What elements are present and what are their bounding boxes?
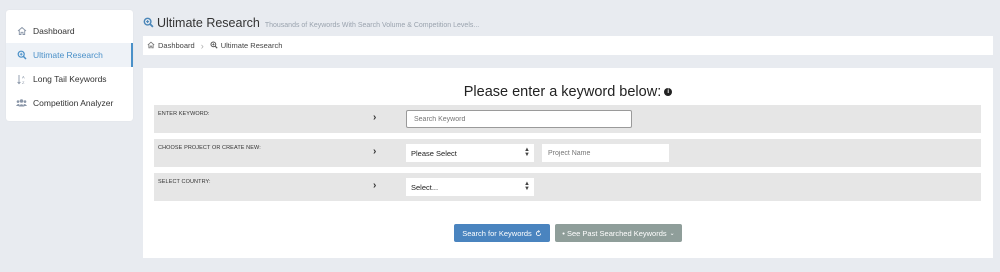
country-label: SELECT COUNTRY: [158,179,211,185]
sidebar-item-dashboard[interactable]: Dashboard [6,19,133,43]
form-heading: Please enter a keyword below: i [143,84,993,100]
search-for-keywords-button[interactable]: Search for Keywords [454,224,550,242]
project-label: CHOOSE PROJECT OR CREATE NEW: [158,145,261,151]
select-caret-icon: ▲ ▼ [524,147,530,158]
project-select-value: Please Select [411,148,457,158]
chevron-right-icon: › [373,146,377,157]
chevron-right-icon: › [373,112,377,123]
page-header: Ultimate Research Thousands of Keywords … [143,16,479,30]
home-icon [147,41,155,51]
home-icon [16,26,27,37]
search-plus-icon [210,40,218,51]
sidebar: Dashboard Ultimate Research AZ Long Tail… [6,10,133,121]
sidebar-item-label: Competition Analyzer [33,98,114,108]
sidebar-item-label: Ultimate Research [33,50,103,60]
page-title: Ultimate Research [157,16,260,30]
country-select-value: Select... [411,182,439,192]
sidebar-item-competition-analyzer[interactable]: Competition Analyzer [6,91,133,115]
project-select[interactable]: Please Select ▲ ▼ [406,144,534,162]
chevron-right-icon: › [373,180,377,191]
refresh-icon [535,229,542,237]
svg-text:Z: Z [22,79,25,84]
country-row: SELECT COUNTRY: › Select... ▲ ▼ [154,173,981,201]
keyword-label: ENTER KEYWORD: [158,111,210,117]
users-icon [16,98,27,109]
search-plus-icon [143,17,154,31]
search-plus-icon [16,50,27,61]
sidebar-item-long-tail-keywords[interactable]: AZ Long Tail Keywords [6,67,133,91]
sidebar-item-label: Long Tail Keywords [33,74,107,84]
form-heading-text: Please enter a keyword below: [463,84,662,100]
search-button-label: Search for Keywords [462,228,532,238]
svg-text:A: A [22,74,25,79]
breadcrumb: Dashboard › Ultimate Research [143,36,993,55]
breadcrumb-separator-icon: › [200,40,204,51]
project-row: CHOOSE PROJECT OR CREATE NEW: › Please S… [154,139,981,167]
past-button-label: • See Past Searched Keywords [562,228,667,238]
search-keyword-input[interactable] [406,110,632,128]
country-select[interactable]: Select... ▲ ▼ [406,178,534,196]
select-caret-icon: ▲ ▼ [524,181,530,192]
breadcrumb-dashboard-link[interactable]: Dashboard [158,41,195,50]
page-subtitle: Thousands of Keywords With Search Volume… [264,22,480,29]
keyword-row: ENTER KEYWORD: › [154,105,981,133]
project-name-input[interactable] [542,144,669,162]
see-past-searched-keywords-button[interactable]: • See Past Searched Keywords ⌄ [555,224,682,242]
sidebar-item-label: Dashboard [33,26,75,36]
sort-alpha-icon: AZ [16,74,27,85]
info-icon[interactable]: i [664,88,673,97]
breadcrumb-current: Ultimate Research [220,41,283,50]
sidebar-item-ultimate-research[interactable]: Ultimate Research [6,43,133,67]
chevron-down-icon: ⌄ [669,230,675,237]
keyword-form-card: Please enter a keyword below: i ENTER KEY… [143,68,993,258]
